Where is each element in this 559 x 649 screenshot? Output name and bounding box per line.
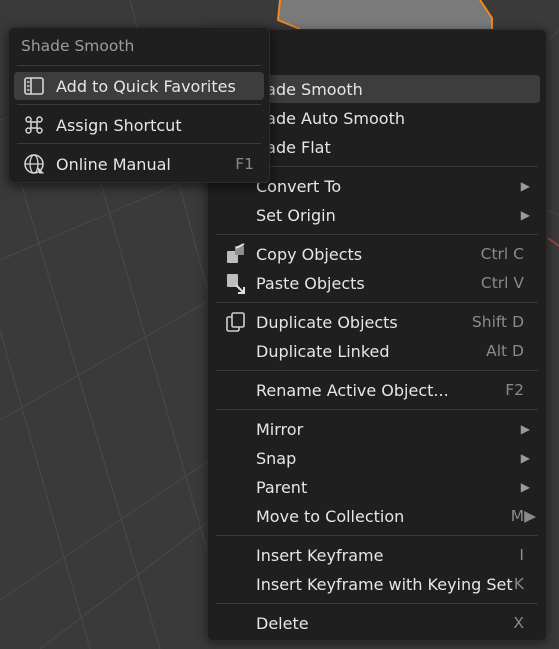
menu-item-paste-objects[interactable]: Paste Objects Ctrl V (214, 269, 540, 297)
shortcut-icon (25, 116, 43, 134)
favorites-icon (24, 77, 44, 95)
shortcut-label: Shift D (471, 313, 524, 331)
online-manual-button[interactable]: Online Manual F1 (14, 150, 264, 178)
shortcut-label: Alt D (486, 342, 524, 360)
popup-separator (17, 65, 261, 66)
popup-title: Shade Smooth (21, 37, 135, 55)
menu-item-label: Set Origin (256, 205, 336, 225)
menu-item-delete[interactable]: Delete X (214, 609, 540, 637)
popup-item-label: Assign Shortcut (56, 115, 182, 135)
menu-item-label: Delete (256, 613, 309, 633)
submenu-arrow-icon: ▶ (520, 422, 530, 436)
menu-item-duplicate-linked[interactable]: Duplicate Linked Alt D (214, 337, 540, 365)
shortcut-label: K (513, 575, 524, 593)
shortcut-label: M▶ (510, 507, 536, 525)
assign-shortcut-button[interactable]: Assign Shortcut (14, 111, 264, 139)
menu-item-label: Mirror (256, 419, 304, 439)
popup-separator (17, 143, 261, 144)
menu-item-mirror[interactable]: Mirror ▶ (214, 415, 540, 443)
item-options-popup: Shade Smooth Add to Quick Favorites Assi… (8, 27, 270, 183)
popup-separator (17, 104, 261, 105)
menu-item-copy-objects[interactable]: Copy Objects Ctrl C (214, 240, 540, 268)
menu-item-rename-active-object[interactable]: Rename Active Object... F2 (214, 376, 540, 404)
shortcut-label: I (519, 546, 524, 564)
menu-separator (216, 535, 538, 536)
submenu-arrow-icon: ▶ (520, 480, 530, 494)
menu-item-snap[interactable]: Snap ▶ (214, 444, 540, 472)
menu-item-label: Parent (256, 477, 308, 497)
shortcut-label: Ctrl V (480, 274, 524, 292)
menu-item-duplicate-objects[interactable]: Duplicate Objects Shift D (214, 308, 540, 336)
menu-item-label: Copy Objects (256, 244, 363, 264)
shortcut-label: F1 (235, 155, 254, 173)
menu-item-label: Rename Active Object... (256, 380, 449, 400)
menu-item-set-origin[interactable]: Set Origin ▶ (214, 201, 540, 229)
menu-separator (216, 409, 538, 410)
menu-item-insert-keyframe[interactable]: Insert Keyframe I (214, 541, 540, 569)
popup-item-label: Add to Quick Favorites (56, 76, 236, 96)
cube-object (276, 0, 493, 30)
submenu-arrow-icon: ▶ (520, 179, 530, 193)
menu-item-label: hade Auto Smooth (256, 108, 405, 128)
menu-item-label: Snap (256, 448, 297, 468)
menu-item-label: Paste Objects (256, 273, 365, 293)
submenu-arrow-icon: ▶ (520, 208, 530, 222)
add-to-quick-favorites-button[interactable]: Add to Quick Favorites (14, 72, 264, 100)
duplicate-icon (226, 312, 245, 332)
shortcut-label: F2 (505, 381, 524, 399)
menu-item-insert-keyframe-keying-set[interactable]: Insert Keyframe with Keying Set K (214, 570, 540, 598)
submenu-arrow-icon: ▶ (520, 451, 530, 465)
menu-item-parent[interactable]: Parent ▶ (214, 473, 540, 501)
menu-separator (216, 302, 538, 303)
menu-item-label: Duplicate Objects (256, 312, 398, 332)
menu-item-label: Insert Keyframe (256, 545, 384, 565)
menu-separator (216, 234, 538, 235)
popup-item-label: Online Manual (56, 154, 171, 174)
menu-item-label: Insert Keyframe with Keying Set (256, 574, 513, 594)
copy-icon (227, 243, 245, 263)
menu-separator (216, 370, 538, 371)
shortcut-label: X (513, 614, 524, 632)
menu-item-move-to-collection[interactable]: Move to Collection M▶ (214, 502, 540, 530)
globe-icon (24, 154, 45, 174)
menu-item-label: hade Smooth (256, 79, 363, 99)
menu-item-label: Move to Collection (256, 506, 405, 526)
menu-separator (216, 603, 538, 604)
shortcut-label: Ctrl C (480, 245, 524, 263)
paste-icon (227, 274, 245, 294)
menu-item-label: Duplicate Linked (256, 341, 390, 361)
